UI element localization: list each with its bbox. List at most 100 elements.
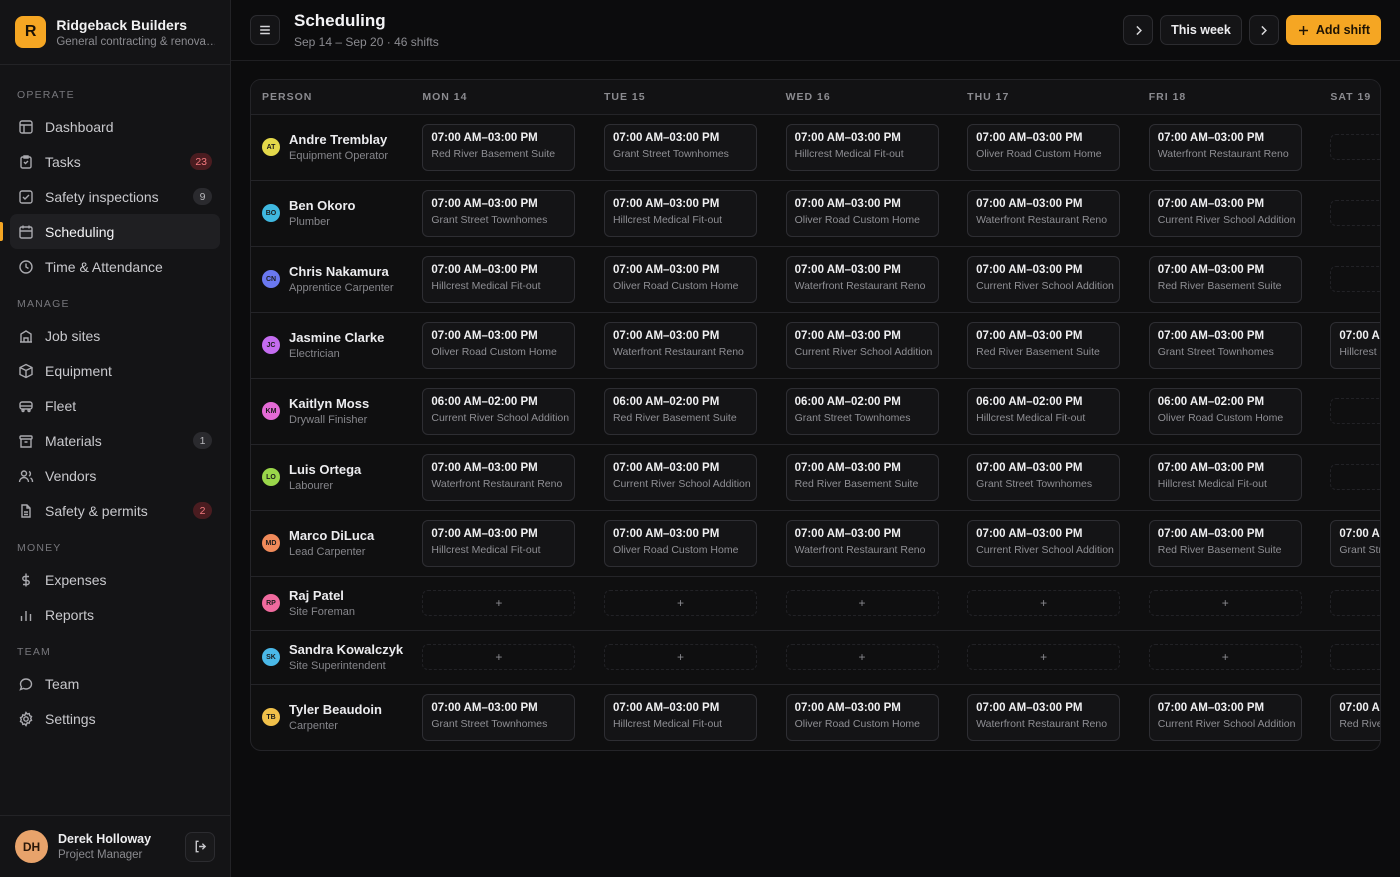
shift-card[interactable]: 07:00 AM–03:00 PM Hillcrest Medical Fit-o… — [1330, 321, 1380, 369]
add-shift-button[interactable]: Add shift — [1285, 15, 1381, 45]
shift-card[interactable]: 07:00 AM–03:00 PM Red River Basement Suit… — [1148, 519, 1302, 567]
sidebar-item-safety-permits[interactable]: Safety & permits 2 — [10, 493, 220, 528]
person[interactable]: BO Ben Okoro Plumber — [251, 198, 411, 228]
previous-week-button[interactable] — [1123, 15, 1154, 45]
add-shift-slot[interactable]: + — [785, 644, 939, 670]
shift-card[interactable]: 07:00 AM–03:00 PM Oliver Road Custom Home — [967, 123, 1121, 171]
brand[interactable]: R Ridgeback Builders General contracting… — [0, 0, 230, 65]
sidebar-item-dashboard[interactable]: Dashboard — [10, 109, 220, 144]
person[interactable]: AT Andre Tremblay Equipment Operator — [251, 132, 411, 162]
sidebar-item-tasks[interactable]: Tasks 23 — [10, 144, 220, 179]
add-shift-slot[interactable]: + — [1148, 590, 1302, 616]
shift-card[interactable]: 07:00 AM–03:00 PM Grant Street Townhomes — [967, 453, 1121, 501]
shift-card[interactable]: 07:00 AM–03:00 PM Red River Basement Suit… — [422, 123, 576, 171]
person-cell: RP Raj Patel Site Foreman — [251, 576, 412, 631]
person[interactable]: CN Chris Nakamura Apprentice Carpenter — [251, 264, 411, 294]
sidebar-item-equipment[interactable]: Equipment — [10, 353, 220, 388]
shift-card[interactable]: 07:00 AM–03:00 PM Waterfront Restaurant R… — [603, 321, 757, 369]
shift-card[interactable]: 07:00 AM–03:00 PM Grant Street Townhomes — [603, 123, 757, 171]
sidebar-item-reports[interactable]: Reports — [10, 597, 220, 632]
sidebar-item-safety-inspections[interactable]: Safety inspections 9 — [10, 179, 220, 214]
sidebar-item-label: Materials — [45, 432, 102, 449]
add-shift-slot[interactable]: + — [1330, 134, 1380, 160]
shift-card[interactable]: 07:00 AM–03:00 PM Oliver Road Custom Home — [785, 189, 939, 237]
shift-card[interactable]: 07:00 AM–03:00 PM Waterfront Restaurant R… — [967, 189, 1121, 237]
table-row: KM Kaitlyn Moss Drywall Finisher 06:00 AM–0… — [251, 378, 1380, 445]
shift-card[interactable]: 07:00 AM–03:00 PM Waterfront Restaurant R… — [1148, 123, 1302, 171]
sidebar-item-time-attendance[interactable]: Time & Attendance — [10, 249, 220, 284]
shift-card[interactable]: 07:00 AM–03:00 PM Red River Basement Suit… — [967, 321, 1121, 369]
shift-card[interactable]: 07:00 AM–03:00 PM Waterfront Restaurant R… — [422, 453, 576, 501]
shift-card[interactable]: 07:00 AM–03:00 PM Hillcrest Medical Fit-o… — [785, 123, 939, 171]
shift-card[interactable]: 07:00 AM–03:00 PM Red River Basement Suit… — [785, 453, 939, 501]
shift-card[interactable]: 07:00 AM–03:00 PM Current River School Ad… — [967, 519, 1121, 567]
day-cell: + — [1319, 576, 1380, 631]
shift-time: 07:00 AM–03:00 PM — [976, 527, 1083, 540]
shift-card[interactable]: 06:00 AM–02:00 PM Red River Basement Suit… — [603, 387, 757, 435]
shift-card[interactable]: 07:00 AM–03:00 PM Hillcrest Medical Fit-o… — [603, 693, 757, 741]
add-shift-slot[interactable]: + — [1330, 644, 1380, 670]
person[interactable]: MD Marco DiLuca Lead Carpenter — [251, 528, 411, 558]
add-shift-slot[interactable]: + — [967, 644, 1121, 670]
sidebar-item-settings[interactable]: Settings — [10, 701, 220, 736]
sidebar-item-fleet[interactable]: Fleet — [10, 388, 220, 423]
next-week-button[interactable] — [1248, 15, 1279, 45]
schedule-grid: PERSON MON 14 TUE 15 WED 16 THU 17 FRI 18 SAT … — [250, 79, 1381, 751]
shift-card[interactable]: 07:00 AM–03:00 PM Oliver Road Custom Home — [422, 321, 576, 369]
shift-card[interactable]: 07:00 AM–03:00 PM Grant Street Townhomes — [422, 693, 576, 741]
shift-card[interactable]: 07:00 AM–03:00 PM Grant Street Townhomes — [422, 189, 576, 237]
shift-card[interactable]: 07:00 AM–03:00 PM Current River School Ad… — [967, 255, 1121, 303]
shift-card[interactable]: 07:00 AM–03:00 PM Hillcrest Medical Fit-o… — [422, 519, 576, 567]
sidebar-item-expenses[interactable]: Expenses — [10, 562, 220, 597]
shift-card[interactable]: 07:00 AM–03:00 PM Grant Street Townhomes — [1330, 519, 1380, 567]
shift-card[interactable]: 07:00 AM–03:00 PM Waterfront Restaurant R… — [785, 519, 939, 567]
day-cell: + — [592, 630, 775, 685]
shift-card[interactable]: 07:00 AM–03:00 PM Current River School Ad… — [1148, 693, 1302, 741]
menu-toggle-button[interactable] — [250, 15, 280, 45]
add-shift-slot[interactable]: + — [603, 644, 757, 670]
shift-card[interactable]: 07:00 AM–03:00 PM Hillcrest Medical Fit-o… — [422, 255, 576, 303]
shift-card[interactable]: 06:00 AM–02:00 PM Hillcrest Medical Fit-o… — [967, 387, 1121, 435]
shift-card[interactable]: 07:00 AM–03:00 PM Oliver Road Custom Home — [603, 255, 757, 303]
shift-card[interactable]: 06:00 AM–02:00 PM Current River School Ad… — [422, 387, 576, 435]
sidebar-item-team[interactable]: Team — [10, 666, 220, 701]
add-shift-slot[interactable]: + — [1148, 644, 1302, 670]
add-shift-slot[interactable]: + — [603, 590, 757, 616]
shift-card[interactable]: 07:00 AM–03:00 PM Oliver Road Custom Home — [603, 519, 757, 567]
person[interactable]: RP Raj Patel Site Foreman — [251, 588, 411, 618]
avatar[interactable]: DH — [15, 830, 48, 863]
shift-card[interactable]: 07:00 AM–03:00 PM Oliver Road Custom Home — [785, 693, 939, 741]
person[interactable]: LO Luis Ortega Labourer — [251, 462, 411, 492]
sidebar-item-vendors[interactable]: Vendors — [10, 458, 220, 493]
this-week-button[interactable]: This week — [1160, 15, 1242, 45]
shift-card[interactable]: 07:00 AM–03:00 PM Current River School Ad… — [603, 453, 757, 501]
shift-card[interactable]: 07:00 AM–03:00 PM Red River Basement Suit… — [1330, 693, 1380, 741]
shift-card[interactable]: 07:00 AM–03:00 PM Current River School Ad… — [1148, 189, 1302, 237]
person[interactable]: SK Sandra Kowalczyk Site Superintendent — [251, 642, 411, 672]
shift-card[interactable]: 07:00 AM–03:00 PM Red River Basement Suit… — [1148, 255, 1302, 303]
person[interactable]: JC Jasmine Clarke Electrician — [251, 330, 411, 360]
add-shift-slot[interactable]: + — [1330, 590, 1380, 616]
add-shift-slot[interactable]: + — [1330, 398, 1380, 424]
add-shift-slot[interactable]: + — [422, 590, 576, 616]
person[interactable]: KM Kaitlyn Moss Drywall Finisher — [251, 396, 411, 426]
add-shift-slot[interactable]: + — [785, 590, 939, 616]
person[interactable]: TB Tyler Beaudoin Carpenter — [251, 702, 411, 732]
shift-card[interactable]: 06:00 AM–02:00 PM Grant Street Townhomes — [785, 387, 939, 435]
sidebar-item-job-sites[interactable]: Job sites — [10, 318, 220, 353]
add-shift-slot[interactable]: + — [1330, 464, 1380, 490]
add-shift-slot[interactable]: + — [1330, 266, 1380, 292]
add-shift-slot[interactable]: + — [1330, 200, 1380, 226]
sidebar-item-materials[interactable]: Materials 1 — [10, 423, 220, 458]
add-shift-slot[interactable]: + — [967, 590, 1121, 616]
add-shift-slot[interactable]: + — [422, 644, 576, 670]
sidebar-item-scheduling[interactable]: Scheduling — [0, 214, 220, 249]
shift-card[interactable]: 07:00 AM–03:00 PM Hillcrest Medical Fit-o… — [1148, 453, 1302, 501]
shift-card[interactable]: 07:00 AM–03:00 PM Current River School Ad… — [785, 321, 939, 369]
shift-card[interactable]: 07:00 AM–03:00 PM Grant Street Townhomes — [1148, 321, 1302, 369]
shift-card[interactable]: 07:00 AM–03:00 PM Hillcrest Medical Fit-o… — [603, 189, 757, 237]
shift-card[interactable]: 07:00 AM–03:00 PM Waterfront Restaurant R… — [967, 693, 1121, 741]
logout-button[interactable] — [185, 831, 215, 862]
shift-card[interactable]: 07:00 AM–03:00 PM Waterfront Restaurant R… — [785, 255, 939, 303]
shift-card[interactable]: 06:00 AM–02:00 PM Oliver Road Custom Home — [1148, 387, 1302, 435]
